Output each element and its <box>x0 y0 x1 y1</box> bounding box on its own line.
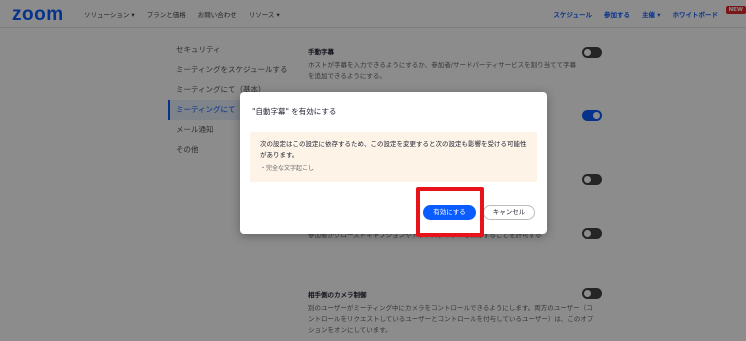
enable-auto-captions-dialog: "自動字幕" を有効にする 次の設定はこの設定に依存するため、この設定を変更する… <box>240 92 547 234</box>
highlight-box <box>416 187 484 237</box>
dependency-warning: 次の設定はこの設定に依存するため、この設定を変更すると次の設定も影響を受ける可能… <box>250 132 537 182</box>
dialog-title: "自動字幕" を有効にする <box>252 107 337 116</box>
cancel-button[interactable]: キャンセル <box>483 205 535 220</box>
warning-text: 次の設定はこの設定に依存するため、この設定を変更すると次の設定も影響を受ける可能… <box>260 140 527 159</box>
dependent-setting-item: ・完全な文字起こし <box>260 165 315 172</box>
